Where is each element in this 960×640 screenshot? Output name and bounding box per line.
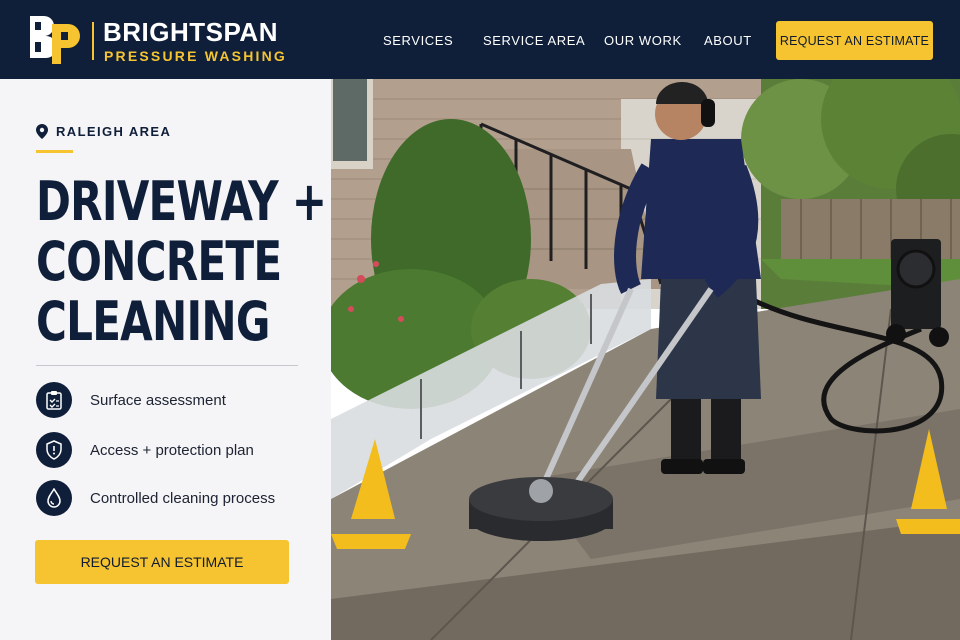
brand-tagline: PRESSURE WASHING [104,48,287,64]
nav-services[interactable]: SERVICES [383,33,453,48]
nav-about[interactable]: ABOUT [704,33,752,48]
water-drop-icon [36,480,72,516]
header-estimate-button[interactable]: REQUEST AN ESTIMATE [776,21,933,60]
hero-estimate-button[interactable]: REQUEST AN ESTIMATE [35,540,289,584]
brand-logo-icon[interactable] [28,14,82,66]
site-header: BRIGHTSPAN PRESSURE WASHING SERVICES SER… [0,0,960,79]
hero-image [331,79,960,640]
feature-item-cleaning-process: Controlled cleaning process [36,480,275,516]
feature-label: Controlled cleaning process [90,489,276,507]
logo-divider [92,22,94,60]
page-title: DRIVEWAY + CONCRETE CLEANING [36,170,327,353]
clipboard-check-icon [36,382,72,418]
location-label: RALEIGH AREA [36,124,171,139]
feature-item-protection-plan: Access + protection plan [36,432,254,468]
location-text: RALEIGH AREA [56,124,172,139]
nav-service-area[interactable]: SERVICE AREA [483,33,585,48]
feature-label: Surface assessment [90,391,226,409]
divider [36,365,298,366]
title-line-2: CONCRETE [36,230,282,293]
brand-name[interactable]: BRIGHTSPAN [103,17,278,48]
shield-icon [36,432,72,468]
title-line-3: CLEANING [36,290,270,353]
location-accent-bar [36,150,73,153]
feature-label: Access + protection plan [90,441,254,459]
map-pin-icon [36,124,48,139]
nav-our-work[interactable]: OUR WORK [604,33,682,48]
feature-item-surface-assessment: Surface assessment [36,382,226,418]
title-line-1: DRIVEWAY + [36,170,327,233]
